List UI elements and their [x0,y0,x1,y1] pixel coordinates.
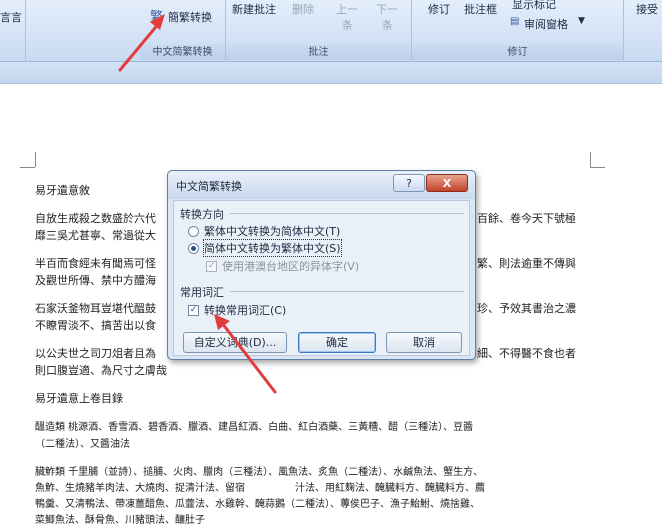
opt-convert-vocab-label[interactable]: 转换常用词汇(C) [204,302,286,318]
radio-trad-to-simp[interactable] [188,226,199,237]
group-label-chinese: 中文简繁转换 [140,45,225,60]
radio-simp-to-trad[interactable] [188,243,199,254]
group-label-comments: 批注 [226,45,411,60]
ok-button[interactable]: 确定 [298,332,376,353]
next-comment-button[interactable]: 下一 [376,1,398,17]
review-pane-icon: ▤ [510,16,520,27]
doc-p6-line1: 臟鮓類 千里脯（並詩）、搥脯、火肉、臘肉（三種法）、風魚法、炙魚（二種法）、水鹹… [35,467,484,478]
doc-p6-line4: 菜鯽魚法、酥骨魚、川豬頭法、釀肚子 [35,515,205,526]
doc-p5-line2: （二種法）、又醬油法 [35,439,130,450]
doc-p6-line3: 鴨羹、又清鴨法、帶凍薑醋魚、瓜虀法、水雞幹、醃蒜鵝（二種法）、蓴侯巴子、漁子鮐鮒… [35,499,480,510]
doc-p4-line2: 則口腹豈適、為尺寸之膚哉 [35,364,167,377]
ribbon-group-language: 言言 [0,0,26,62]
next-comment-label2: 条 [382,19,393,32]
doc-section-title: 易牙遺意上卷目錄 [35,392,123,405]
crop-mark [20,167,35,168]
cancel-button[interactable]: 取消 [386,332,462,353]
doc-p1-line2: 靡三吳尤甚寧、常過從大 [35,229,156,242]
crop-mark [590,152,591,167]
opt-simp-to-trad-label[interactable]: 简体中文转换为繁体中文(S) [203,239,342,257]
opt-trad-to-simp-label[interactable]: 繁体中文转换为简体中文(T) [204,223,340,239]
ruler-area [0,62,662,84]
doc-p3-line2: 不瞭胃淡不、搞苦出以食 [35,319,156,332]
vocab-section-label: 常用词汇 [180,286,224,299]
doc-p3-right: 珍、予效其書治之濃 [477,302,576,315]
ribbon-group-chinese-conversion: 繁 簡繁转换 中文简繁转换 [140,0,226,62]
ribbon: 言言 繁 簡繁转换 中文简繁转换 新建批注 删除 上一 条 下一 条 批注 修订… [0,0,662,62]
doc-p1-right: 百餘、卷今天下號極 [477,212,576,225]
previous-comment-button[interactable]: 上一 [336,1,358,17]
show-markup-button[interactable]: 显示标记 [512,0,556,12]
new-comment-button[interactable]: 新建批注 [232,1,276,17]
previous-comment-label2: 条 [342,19,353,32]
doc-p2-left: 半百而食經未有聞焉可怪 [35,257,156,270]
doc-p2-line2: 及觀世所傳、禁中方醴海 [35,274,156,287]
markup-box-button[interactable]: 批注框 [464,1,497,17]
doc-p2-right: 繁、則法逾重不傳與 [477,257,576,270]
opt-hk-variants-label[interactable]: 使用港澳台地区的异体字(V) [222,258,359,274]
chinese-conversion-dialog: 中文简繁转换 ? X 转换方向 繁体中文转换为简体中文(T) 简体中文转换为繁体… [167,170,476,360]
convert-icon: 繁 [150,10,164,25]
group-label-tracking: 修订 [412,45,623,60]
crop-mark [35,152,36,167]
doc-p4-left: 以公夫世之司刀俎者且為 [35,347,156,360]
dialog-title: 中文简繁转换 [176,180,242,193]
close-button[interactable]: X [426,174,468,192]
checkbox-hk-variants[interactable]: ✓ [206,261,217,272]
divider [230,291,464,292]
doc-p5-line1: 醞造類 桃源酒、香雪酒、碧香酒、臘酒、建昌紅酒、白曲、紅白酒藥、三黃糟、醋（三種… [35,422,474,433]
review-pane-button[interactable]: 审阅窗格 [524,16,568,32]
chevron-down-icon[interactable]: ▼ [578,16,585,26]
crop-mark [590,167,605,168]
accept-button[interactable]: 接受 [636,1,658,17]
doc-p1-left: 自放生戒殺之数盛於六代 [35,212,156,225]
divider [230,213,464,214]
delete-comment-button[interactable]: 删除 [292,1,314,17]
ribbon-group-tracking: 修订 批注框 显示标记 ▤ 审阅窗格 ▼ 修订 [412,0,624,62]
doc-p6-line2: 魚鮓、生燒豬羊肉法、大燒肉、捉清汁法、留宿 汁法、用紅麴法、醃臓料方、醃臓料方、… [35,483,485,494]
track-changes-button[interactable]: 修订 [428,1,450,17]
direction-section-label: 转换方向 [180,208,224,221]
language-button[interactable]: 言言 [0,9,22,25]
custom-vocab-button[interactable]: 自定义词典(D)... [183,332,287,353]
dialog-titlebar[interactable]: 中文简繁转换 ? X [168,171,475,199]
doc-title-line: 易牙遺意敘 [35,184,90,197]
doc-p3-left: 石家沃釜物耳豈堪代醞鼓 [35,302,156,315]
ribbon-group-comments: 新建批注 删除 上一 条 下一 条 批注 [226,0,412,62]
doc-p4-right: 細、不得醫不食也者 [477,347,576,360]
help-button[interactable]: ? [393,174,425,192]
ribbon-group-changes: 接受 [624,0,662,62]
checkbox-convert-vocab[interactable]: ✓ [188,305,199,316]
convert-button[interactable]: 簡繁转换 [168,9,212,25]
